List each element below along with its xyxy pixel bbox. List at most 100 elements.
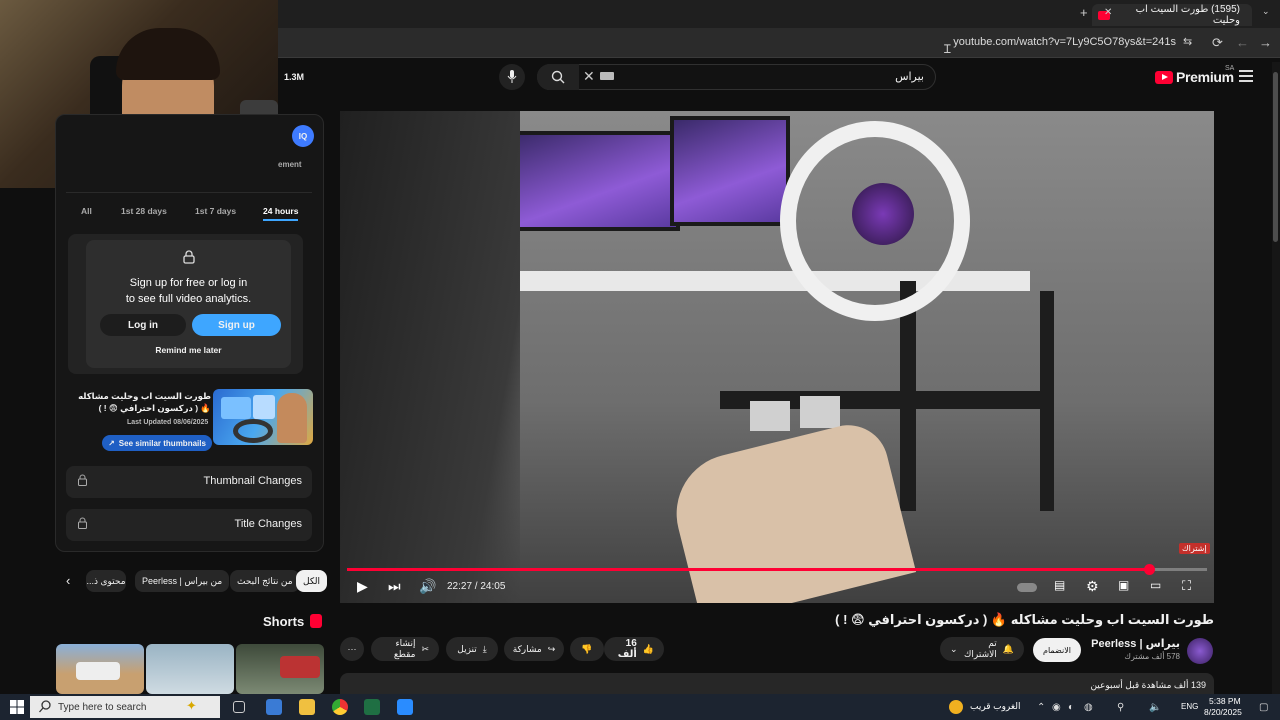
notification-icon[interactable]: ▢ [1259, 702, 1268, 713]
volume-icon[interactable]: 🔊 [419, 578, 436, 595]
autoplay-toggle[interactable] [1017, 583, 1037, 592]
more-actions-button[interactable]: ··· [340, 637, 364, 661]
mic-tray-icon[interactable]: ⚲ [1117, 702, 1124, 713]
youtube-logo[interactable]: Premium SA [1155, 65, 1234, 85]
search-button[interactable] [537, 64, 579, 90]
microphone-icon [507, 70, 517, 83]
excel-app-icon[interactable] [364, 699, 380, 715]
range-tab-all[interactable]: All [81, 206, 92, 216]
clock-date[interactable]: 8/20/2025 [1204, 707, 1242, 717]
time-display: 22:27 / 24:05 [447, 581, 506, 592]
remind-me-later-link[interactable]: Remind me later [86, 345, 291, 355]
title-changes-label: Title Changes [234, 518, 302, 530]
share-label: مشاركة [512, 643, 542, 654]
fullscreen-icon[interactable]: ⛶ [1182, 578, 1191, 594]
keyboard-icon[interactable] [600, 72, 614, 80]
like-count: 16 ألف [617, 638, 637, 660]
chrome-icon[interactable] [332, 699, 348, 715]
short-thumbnail[interactable] [56, 644, 144, 694]
lock-icon [78, 474, 87, 486]
tab-list-icon[interactable]: ⌄ [1262, 6, 1270, 17]
panel-divider [66, 192, 312, 193]
short-thumbnail[interactable] [146, 644, 234, 694]
thumbnail-changes-label: Thumbnail Changes [203, 475, 302, 487]
close-tab-icon[interactable]: ✕ [1104, 7, 1112, 18]
progress-fill [347, 568, 1149, 571]
file-explorer-icon[interactable] [299, 699, 315, 715]
youtube-play-logo-icon [1155, 70, 1173, 84]
signup-line-2: to see full video analytics. [125, 293, 252, 305]
scrollbar-thumb[interactable] [1273, 72, 1278, 242]
language-indicator[interactable]: ENG [1181, 702, 1198, 711]
reload-icon[interactable]: ⟳ [1212, 35, 1223, 51]
site-settings-icon[interactable]: ⇆ [1183, 35, 1192, 48]
chip-all[interactable]: الكل [296, 570, 328, 592]
join-button[interactable]: الانضمام [1033, 638, 1081, 662]
thumbnail-changes-row[interactable]: Thumbnail Changes [66, 466, 312, 498]
voice-search-button[interactable] [499, 64, 525, 90]
dislike-button[interactable]: 👎 [570, 637, 604, 661]
network-icon[interactable]: ◉ [1052, 702, 1061, 713]
title-changes-row[interactable]: Title Changes [66, 509, 312, 541]
subscribe-watermark[interactable]: إشتراك [1179, 543, 1210, 554]
analytics-logo-icon[interactable]: IQ [292, 125, 314, 147]
video-player[interactable] [340, 111, 1214, 603]
theater-mode-icon[interactable]: ▭ [1150, 578, 1161, 592]
login-button[interactable]: Log in [100, 314, 186, 336]
clock-time[interactable]: 5:38 PM [1209, 696, 1241, 706]
settings-gear-icon[interactable]: ⚙ [1086, 578, 1099, 595]
progress-bar[interactable] [347, 564, 1207, 575]
back-icon[interactable]: ← [1236, 35, 1249, 50]
video-thumbnail[interactable] [213, 389, 313, 445]
chevron-up-icon[interactable]: ⌃ [1037, 702, 1045, 713]
short-thumbnail[interactable] [236, 644, 324, 694]
new-tab-button[interactable]: + [1080, 5, 1088, 20]
region-code: SA [1225, 65, 1235, 72]
menu-icon[interactable] [1239, 70, 1253, 85]
chip-related[interactable]: محتوى ذ... [86, 570, 126, 592]
app-tray-icon[interactable]: ◍ [1084, 702, 1093, 713]
app-icon[interactable] [397, 699, 413, 715]
miniplayer-icon[interactable]: ▣ [1118, 578, 1129, 592]
forward-icon[interactable]: → [1259, 35, 1272, 50]
see-similar-thumbnails-button[interactable]: ↗ See similar thumbnails [102, 435, 212, 451]
subscribed-label: تم الاشتراك [964, 638, 997, 659]
analytics-tab-partial[interactable]: ement [278, 160, 302, 169]
channel-name[interactable]: بيراس | Peerless [1091, 637, 1180, 650]
share-button[interactable]: ↪ مشاركة [504, 637, 564, 661]
shorts-heading: Shorts [263, 614, 305, 629]
discord-icon[interactable]: ◐ [1068, 702, 1074, 713]
chip-from-channel[interactable]: من بيراس | Peerless [135, 570, 230, 592]
clear-search-icon[interactable]: ✕ [583, 68, 595, 85]
signup-button[interactable]: Sign up [192, 314, 281, 336]
browser-tab[interactable]: (1595) طورت السيت اب وحليت [1092, 4, 1252, 26]
search-icon [39, 700, 51, 713]
download-button[interactable]: ⤓ تنزيل [446, 637, 498, 661]
chip-search-results[interactable]: من نتائج البحث [230, 570, 300, 592]
range-tab-28-days[interactable]: 1st 28 days [121, 206, 167, 216]
like-icon: 👍 [642, 643, 654, 654]
volume-tray-icon[interactable]: 🔈 [1149, 702, 1161, 713]
subscribed-button[interactable]: 🔔 تم الاشتراك ⌄ [940, 637, 1024, 661]
view-count: 139 ألف مشاهدة قبل أسبوعين [1090, 680, 1206, 690]
lock-icon [78, 517, 87, 529]
shorts-logo-icon [310, 614, 322, 628]
captions-icon[interactable]: ▤ [1054, 578, 1065, 592]
search-input[interactable] [537, 64, 936, 90]
windows-start-icon[interactable] [10, 700, 24, 714]
play-icon[interactable]: ▶ [357, 578, 368, 595]
clip-label: إنشاء مقطع [393, 638, 416, 659]
progress-scrubber[interactable] [1143, 564, 1155, 575]
range-tab-24-hours[interactable]: 24 hours [263, 206, 299, 221]
clip-button[interactable]: ✂ إنشاء مقطع [371, 637, 439, 661]
channel-subscriber-count: 578 ألف مشترك [1124, 652, 1180, 661]
channel-avatar[interactable] [1187, 638, 1213, 664]
task-view-icon[interactable] [233, 701, 245, 713]
calculator-icon[interactable] [266, 699, 282, 715]
url-field[interactable]: youtube.com/watch?v=7Ly9C5O78ys&t=241s [953, 36, 1176, 48]
chips-prev-icon[interactable]: ‹ [66, 573, 70, 588]
download-label: تنزيل [457, 643, 477, 654]
next-icon[interactable]: ⏭ [388, 578, 401, 595]
range-tab-7-days[interactable]: 1st 7 days [195, 206, 236, 216]
like-button[interactable]: 👍 16 ألف [604, 637, 664, 661]
